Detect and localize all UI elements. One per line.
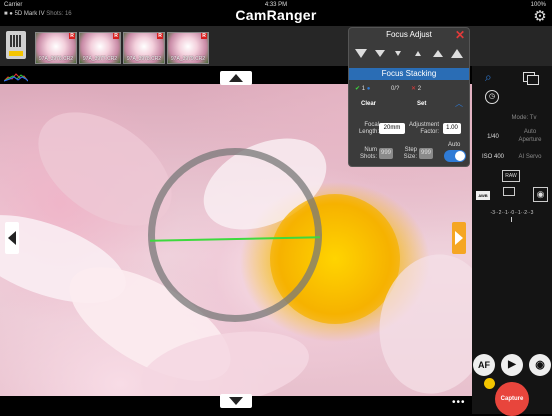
- record-icon: ●: [366, 86, 371, 92]
- drive-mode-icon[interactable]: ◉: [533, 187, 548, 202]
- video-icon[interactable]: ▶: [501, 354, 523, 376]
- pan-right-button[interactable]: [452, 222, 466, 254]
- panel-title: Focus Adjust: [386, 30, 432, 39]
- focal-length-field[interactable]: 20mm: [379, 123, 405, 134]
- thumbnail[interactable]: R 97A_3976.CR2: [35, 32, 77, 64]
- eye-icon[interactable]: ◉: [529, 354, 551, 376]
- af-mode-value[interactable]: AI Servo: [514, 154, 546, 160]
- thumbnail-label: 97A_3976.CR2: [38, 56, 74, 62]
- auto-toggle[interactable]: [444, 150, 466, 162]
- focus-far-medium-button[interactable]: [433, 50, 443, 57]
- mode-label[interactable]: Mode: Tv: [496, 115, 552, 121]
- focus-near-small-button[interactable]: [395, 51, 401, 56]
- indicator-dot: [484, 378, 495, 389]
- focal-length-label: Focal Length:: [358, 122, 379, 135]
- app-logo: CamRanger: [235, 7, 317, 23]
- thumbnail[interactable]: R 97A_3978.CR2: [123, 32, 165, 64]
- exposure-indicator: [511, 217, 512, 222]
- focus-near-medium-button[interactable]: [375, 50, 385, 57]
- focus-adjust-panel: Focus Adjust ✕ Focus Stacking ✔ 1 ● 0/? …: [348, 27, 470, 167]
- pan-down-button[interactable]: [220, 394, 252, 408]
- thumbnail-label: 97A_3977.CR2: [82, 56, 118, 62]
- stack-ok-count: 1: [361, 86, 366, 92]
- thumbnail-label: 97A_3978.CR2: [126, 56, 162, 62]
- raw-badge: R: [201, 33, 207, 39]
- raw-format-badge[interactable]: RAW: [502, 170, 520, 182]
- stacking-title: Focus Stacking: [381, 69, 437, 78]
- focus-far-small-button[interactable]: [415, 51, 421, 56]
- zoom-icon[interactable]: ⌕: [485, 70, 499, 84]
- white-balance-badge[interactable]: AWB: [476, 191, 490, 200]
- autofocus-button[interactable]: AF: [473, 354, 495, 376]
- adjustment-factor-field[interactable]: 1.00: [443, 123, 461, 134]
- num-shots-field[interactable]: 999: [379, 148, 393, 159]
- raw-badge: R: [157, 33, 163, 39]
- aperture-value[interactable]: Auto Aperture: [514, 128, 546, 144]
- stack-status: ✔ 1 ●: [355, 85, 370, 92]
- raw-badge: R: [69, 33, 75, 39]
- focus-far-large-button[interactable]: [451, 49, 463, 58]
- step-size-field[interactable]: 999: [419, 148, 433, 159]
- more-button[interactable]: •••: [452, 397, 466, 408]
- histogram-icon[interactable]: [4, 68, 28, 82]
- raw-badge: R: [113, 33, 119, 39]
- shutter-value[interactable]: 1/40: [478, 134, 508, 140]
- pan-left-button[interactable]: [5, 222, 19, 254]
- stack-fail: ✕ 2: [411, 85, 421, 92]
- pan-up-button[interactable]: [220, 71, 252, 85]
- stack-fail-count: 2: [417, 86, 422, 92]
- clear-button[interactable]: Clear: [361, 101, 376, 107]
- check-icon: ✔: [355, 86, 361, 92]
- gallery-icon[interactable]: [523, 70, 539, 85]
- step-size-label: Step Size:: [403, 147, 417, 160]
- stack-progress: 0/?: [391, 86, 400, 92]
- thumbnail[interactable]: R 97A_3979.CR2: [167, 32, 209, 64]
- set-button[interactable]: Set: [417, 101, 426, 107]
- iso-value[interactable]: ISO 400: [476, 154, 510, 160]
- thumbnail-label: 97A_3979.CR2: [170, 56, 206, 62]
- x-icon: ✕: [411, 86, 417, 92]
- gear-icon[interactable]: ⚙: [532, 9, 548, 25]
- adjustment-factor-label: Adjustment Factor:: [409, 122, 440, 135]
- sd-card-icon[interactable]: [6, 31, 26, 59]
- num-shots-label: Num Shots:: [359, 147, 377, 160]
- metering-icon[interactable]: [503, 187, 515, 196]
- close-icon[interactable]: ✕: [455, 28, 465, 42]
- auto-label: Auto: [448, 142, 461, 148]
- chevron-up-icon[interactable]: ︿: [455, 98, 463, 109]
- exposure-scale: -3··2··1··0··1··2··3: [490, 210, 534, 216]
- focus-near-large-button[interactable]: [355, 49, 367, 58]
- capture-button[interactable]: Capture: [495, 382, 529, 416]
- focus-ring[interactable]: [148, 148, 322, 322]
- thumbnail[interactable]: R 97A_3977.CR2: [79, 32, 121, 64]
- timer-icon[interactable]: ◷: [485, 90, 499, 104]
- focus-step-buttons: [353, 46, 465, 60]
